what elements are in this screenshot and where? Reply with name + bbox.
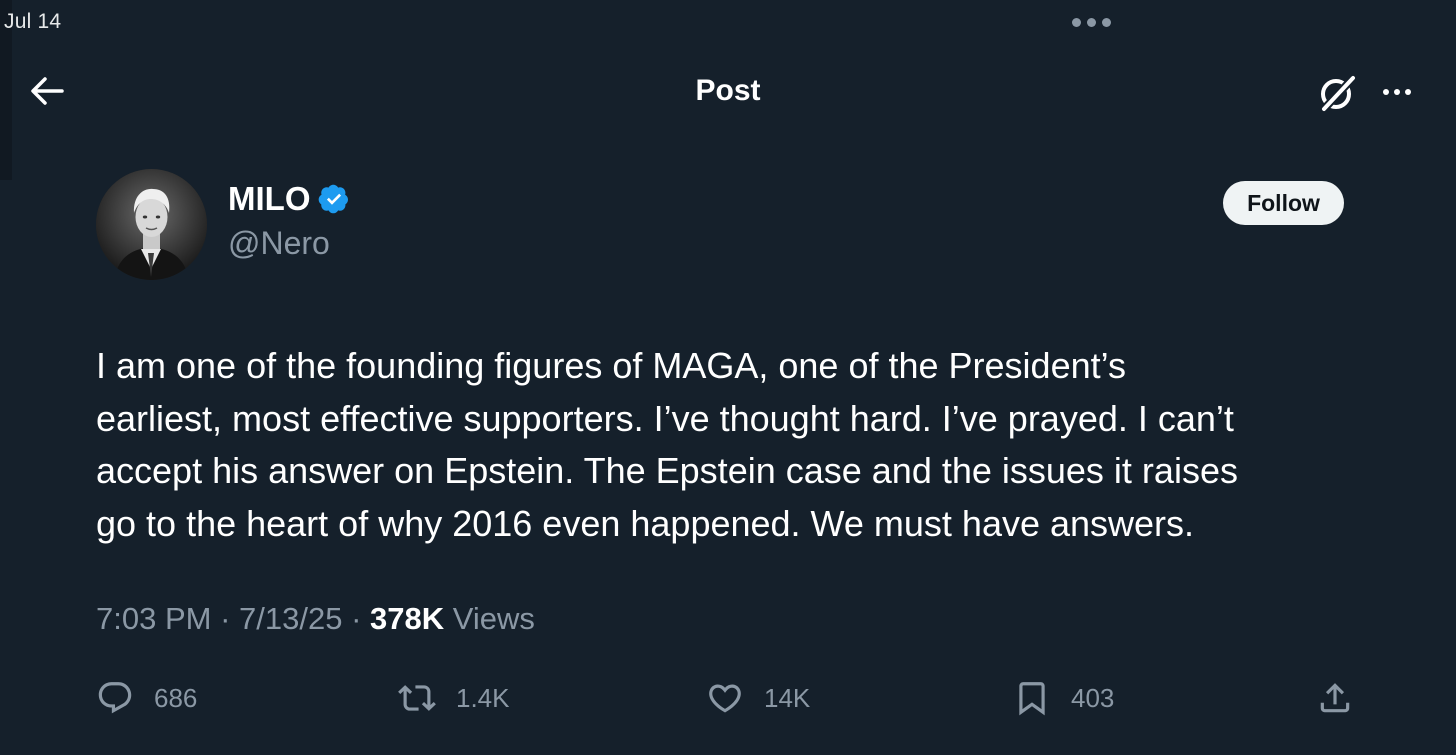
heart-icon [709, 684, 741, 713]
post-meta: 7:03 PM · 7/13/25 · 378K Views [96, 601, 535, 637]
more-horizontal-icon [1383, 89, 1389, 95]
more-options-button[interactable] [1374, 72, 1420, 112]
repost-count: 1.4K [456, 682, 510, 713]
post-date[interactable]: 7/13/25 [239, 601, 342, 636]
reply-button[interactable]: 686 [96, 676, 197, 720]
grok-icon [1321, 75, 1356, 112]
display-name[interactable]: MILO [228, 180, 310, 218]
views-label: Views [452, 601, 535, 636]
like-count: 14K [764, 682, 811, 713]
post-detail-screen: Jul 14 Post MILO @Nero Follow I am one o… [0, 0, 1456, 755]
bookmark-button[interactable]: 403 [1013, 676, 1114, 720]
meta-separator: · [220, 601, 231, 636]
views-count: 378K [370, 601, 445, 636]
post-text: I am one of the founding figures of MAGA… [96, 345, 1238, 544]
reply-count: 686 [154, 682, 198, 713]
follow-button[interactable]: Follow [1223, 181, 1344, 225]
meta-separator: · [351, 601, 362, 636]
author-handle[interactable]: @Nero [228, 225, 330, 262]
share-button[interactable] [1316, 676, 1354, 720]
repost-icon [398, 685, 436, 711]
status-date: Jul 14 [4, 10, 62, 33]
bookmark-icon [1019, 682, 1045, 716]
reply-icon [98, 682, 132, 714]
multitasking-dots-icon[interactable] [1072, 18, 1111, 27]
verified-badge-icon[interactable] [318, 183, 350, 215]
avatar[interactable] [96, 169, 207, 280]
bookmark-count: 403 [1071, 682, 1115, 713]
author-name-row: MILO [228, 180, 350, 218]
avatar-photo [96, 169, 207, 280]
post-time[interactable]: 7:03 PM [96, 601, 211, 636]
share-icon [1320, 683, 1350, 713]
like-button[interactable]: 14K [706, 676, 810, 720]
grok-button[interactable] [1314, 70, 1360, 116]
page-title: Post [695, 74, 761, 107]
repost-button[interactable]: 1.4K [398, 676, 510, 720]
